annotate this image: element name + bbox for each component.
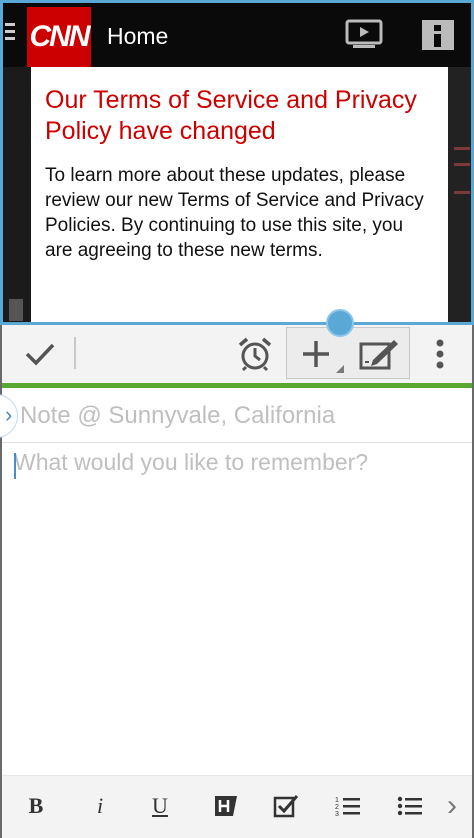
background-content-left — [3, 67, 31, 324]
toolbar-divider — [74, 337, 76, 369]
note-body-input[interactable] — [14, 449, 464, 769]
svg-text:1: 1 — [335, 797, 339, 804]
checkbox-icon — [273, 795, 299, 818]
note-toolbar — [2, 325, 472, 383]
notebook-drawer-tab[interactable]: › — [0, 394, 18, 438]
bulleted-list-button[interactable] — [392, 788, 428, 824]
highlighter-icon — [215, 796, 237, 816]
add-attachment-button[interactable] — [294, 333, 338, 375]
handwriting-button[interactable] — [356, 333, 402, 375]
highlight-button[interactable] — [208, 788, 244, 824]
bulleted-list-icon — [397, 796, 422, 816]
alarm-clock-icon — [238, 337, 272, 372]
split-handle[interactable] — [326, 309, 354, 337]
note-editor-pane[interactable]: › B i U 1 2 3 — [0, 325, 474, 838]
cnn-app-bar: CNN Home — [3, 3, 471, 67]
done-check-button[interactable] — [20, 333, 60, 375]
reminder-button[interactable] — [234, 333, 276, 375]
pen-edit-icon — [359, 340, 398, 370]
plus-icon — [303, 341, 329, 367]
checkbox-button[interactable] — [268, 788, 304, 824]
menu-icon[interactable] — [5, 23, 17, 45]
cnn-logo[interactable]: CNN — [27, 7, 91, 67]
chevron-right-icon[interactable]: › — [434, 788, 470, 824]
numbered-list-icon: 1 2 3 — [335, 797, 360, 818]
dropdown-corner-icon — [336, 365, 344, 373]
video-icon[interactable] — [345, 19, 383, 49]
cnn-app-pane[interactable]: CNN Home Our Terms of Service and Privac… — [0, 0, 474, 324]
check-icon — [25, 343, 55, 366]
text-cursor — [14, 453, 16, 479]
note-title-input[interactable] — [20, 401, 460, 431]
home-title: Home — [107, 23, 169, 49]
terms-body: To learn more about these updates, pleas… — [45, 165, 424, 261]
italic-button[interactable]: i — [82, 788, 118, 824]
svg-text:3: 3 — [335, 811, 339, 818]
overflow-menu-icon[interactable] — [430, 333, 450, 375]
svg-text:2: 2 — [335, 804, 339, 811]
bold-button[interactable]: B — [18, 788, 54, 824]
background-content-right — [448, 67, 471, 324]
terms-title: Our Terms of Service and Privacy Policy … — [45, 86, 417, 145]
terms-dialog: Our Terms of Service and Privacy Policy … — [31, 67, 448, 324]
formatting-toolbar: B i U 1 2 3 › — [2, 775, 472, 838]
info-icon[interactable] — [421, 19, 455, 51]
note-title-row: › — [0, 388, 472, 443]
underline-button[interactable]: U — [142, 788, 178, 824]
numbered-list-button[interactable]: 1 2 3 — [330, 788, 366, 824]
